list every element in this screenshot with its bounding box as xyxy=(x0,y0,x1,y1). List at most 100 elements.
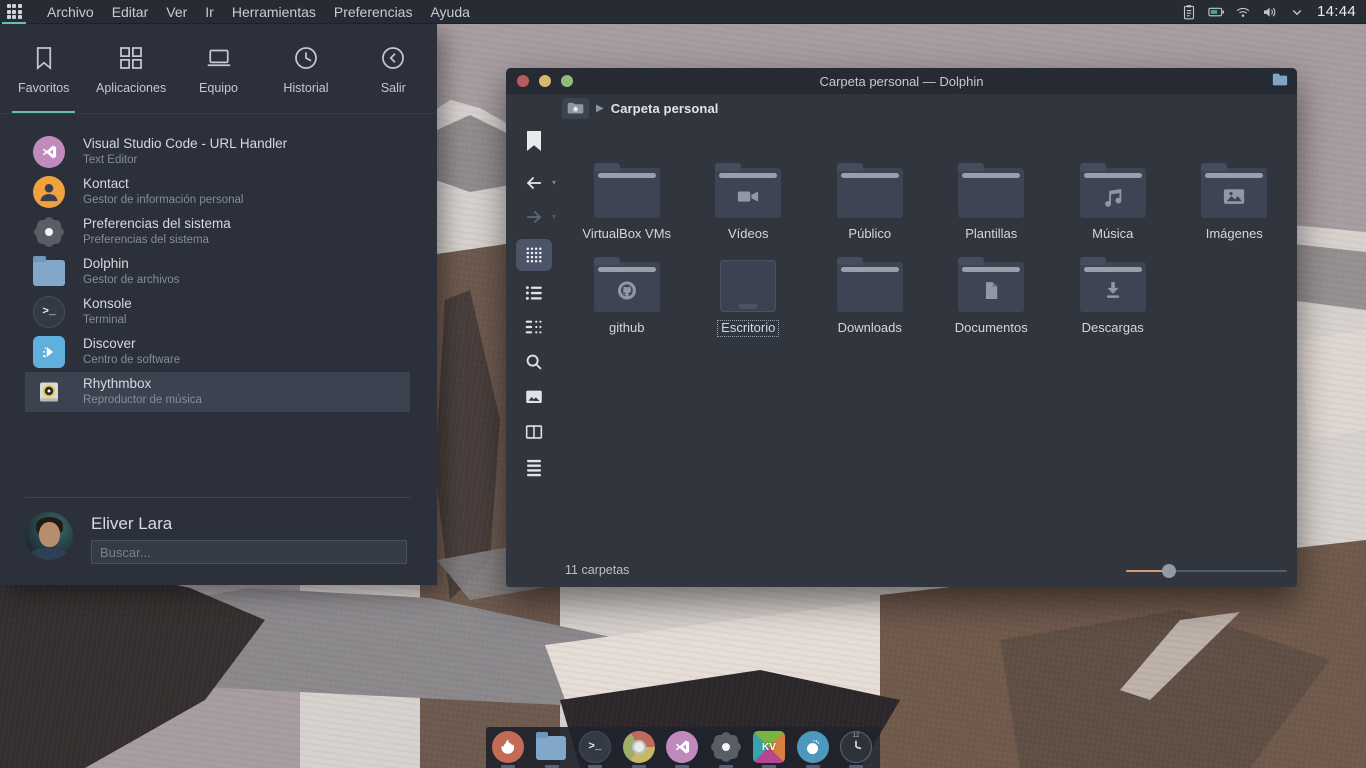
dolphin-window: Carpeta personal — Dolphin ▾▾ ▶ Carpeta … xyxy=(506,68,1297,587)
close-button[interactable] xyxy=(517,75,529,87)
app-description: Preferencias del sistema xyxy=(83,233,231,247)
home-folder-icon[interactable] xyxy=(562,98,589,119)
app-description: Text Editor xyxy=(83,153,287,167)
search-button[interactable] xyxy=(523,351,545,373)
folder-grid: VirtualBox VMsVídeos Público PlantillasMús… xyxy=(566,156,1295,344)
tab-favoritos[interactable]: Favoritos xyxy=(0,24,87,113)
window-title: Carpeta personal — Dolphin xyxy=(819,74,983,89)
folder-tile-descargas[interactable]: Descargas xyxy=(1052,250,1174,344)
menu-ver[interactable]: Ver xyxy=(157,1,196,23)
folder-icon xyxy=(837,262,903,312)
split-button[interactable] xyxy=(523,421,545,443)
app-row-kontact[interactable]: KontactGestor de información personal xyxy=(25,172,410,212)
battery-icon[interactable] xyxy=(1207,3,1225,21)
minimize-button[interactable] xyxy=(539,75,551,87)
folder-tile-downloads[interactable]: Downloads xyxy=(809,250,931,344)
folder-tile-musica[interactable]: Música xyxy=(1052,156,1174,250)
dock-item-kvantum[interactable]: KV xyxy=(753,731,785,768)
folder-tile-videos[interactable]: Vídeos xyxy=(688,156,810,250)
search-icon xyxy=(523,351,545,373)
maximize-button[interactable] xyxy=(561,75,573,87)
folder-label: Público xyxy=(845,227,894,242)
user-area: Eliver Lara xyxy=(25,512,410,564)
app-name: Rhythmbox xyxy=(83,376,202,393)
wifi-icon[interactable] xyxy=(1234,3,1252,21)
zoom-slider-handle[interactable] xyxy=(1162,564,1176,578)
bookmark-button[interactable] xyxy=(527,130,541,152)
app-row-konsole[interactable]: >_KonsoleTerminal xyxy=(25,292,410,332)
app-row-dolphin[interactable]: DolphinGestor de archivos xyxy=(25,252,410,292)
app-row-preferencias-del-sistema[interactable]: Preferencias del sistemaPreferencias del… xyxy=(25,212,410,252)
folder-tile-github[interactable]: github xyxy=(566,250,688,344)
volume-icon[interactable] xyxy=(1261,3,1279,21)
konsole-icon: >_ xyxy=(579,731,611,763)
app-launcher-button[interactable] xyxy=(0,0,28,24)
chromium-icon xyxy=(623,731,655,763)
folder-tile-escritorio[interactable]: Escritorio xyxy=(688,250,810,344)
dock-item-firefox[interactable] xyxy=(492,731,524,768)
view-grid-button[interactable] xyxy=(516,239,552,271)
view-details-button[interactable] xyxy=(523,316,545,338)
back-button[interactable]: ▾ xyxy=(523,172,545,194)
divider xyxy=(25,497,410,498)
tab-label: Salir xyxy=(381,81,406,95)
search-input[interactable] xyxy=(91,540,407,564)
app-name: Dolphin xyxy=(83,256,180,273)
tab-historial[interactable]: Historial xyxy=(262,24,349,113)
app-row-rhythmbox[interactable]: RhythmboxReproductor de música xyxy=(25,372,410,412)
clock[interactable]: 14:44 xyxy=(1317,3,1356,20)
view-list-button[interactable] xyxy=(523,282,545,304)
dock: >_ KV 12 xyxy=(486,727,880,768)
menu-ir[interactable]: Ir xyxy=(196,1,223,23)
dock-item-chromium[interactable] xyxy=(623,731,655,768)
tab-aplicaciones[interactable]: Aplicaciones xyxy=(87,24,174,113)
app-row-discover[interactable]: DiscoverCentro de software xyxy=(25,332,410,372)
folder-label: Escritorio xyxy=(718,321,778,336)
folder-tile-virtualbox-vms[interactable]: VirtualBox VMs xyxy=(566,156,688,250)
music-glyph-icon xyxy=(1099,183,1126,210)
hamburger-button[interactable] xyxy=(523,456,545,478)
folder-label: Downloads xyxy=(835,321,905,336)
laptop-icon xyxy=(204,43,234,73)
tab-label: Aplicaciones xyxy=(96,81,166,95)
app-description: Gestor de información personal xyxy=(83,193,243,207)
tab-equipo[interactable]: Equipo xyxy=(175,24,262,113)
gitkraken-icon xyxy=(797,731,829,763)
status-items-count: 11 carpetas xyxy=(565,563,629,577)
dock-item-vscode[interactable] xyxy=(666,731,698,768)
user-avatar[interactable] xyxy=(25,512,73,560)
folder-tile-publico[interactable]: Público xyxy=(809,156,931,250)
menu-editar[interactable]: Editar xyxy=(103,1,158,23)
zoom-slider[interactable] xyxy=(1126,564,1287,578)
app-name: Preferencias del sistema xyxy=(83,216,231,233)
system-settings-icon xyxy=(33,216,65,248)
menu-ayuda[interactable]: Ayuda xyxy=(421,1,478,23)
folder-tile-documentos[interactable]: Documentos xyxy=(931,250,1053,344)
dock-item-gitkraken[interactable] xyxy=(797,731,829,768)
menu-archivo[interactable]: Archivo xyxy=(38,1,103,23)
github-glyph-icon xyxy=(613,277,640,304)
vscode-icon xyxy=(33,136,65,168)
dock-item-system-settings[interactable] xyxy=(710,731,742,768)
app-name: Discover xyxy=(83,336,180,353)
dolphin-icon xyxy=(33,256,65,288)
preview-button[interactable] xyxy=(523,386,545,408)
breadcrumb-current-folder[interactable]: Carpeta personal xyxy=(611,101,719,116)
window-titlebar[interactable]: Carpeta personal — Dolphin xyxy=(506,68,1297,94)
system-settings-icon xyxy=(710,731,742,763)
dock-item-dolphin[interactable] xyxy=(536,731,568,768)
chevron-down-icon[interactable] xyxy=(1288,3,1306,21)
menu-herramientas[interactable]: Herramientas xyxy=(223,1,325,23)
dock-item-clock[interactable]: 12 xyxy=(840,731,872,768)
clipboard-icon[interactable] xyxy=(1180,3,1198,21)
app-row-visual-studio-code-url-handler[interactable]: Visual Studio Code - URL HandlerText Edi… xyxy=(25,132,410,172)
forward-button[interactable]: ▾ xyxy=(523,206,545,228)
launcher-active-underline xyxy=(2,22,26,24)
folder-tile-plantillas[interactable]: Plantillas xyxy=(931,156,1053,250)
dock-item-konsole[interactable]: >_ xyxy=(579,731,611,768)
tab-salir[interactable]: Salir xyxy=(350,24,437,113)
vscode-icon xyxy=(666,731,698,763)
menu-preferencias[interactable]: Preferencias xyxy=(325,1,422,23)
firefox-icon xyxy=(492,731,524,763)
folder-tile-imagenes[interactable]: Imágenes xyxy=(1174,156,1296,250)
